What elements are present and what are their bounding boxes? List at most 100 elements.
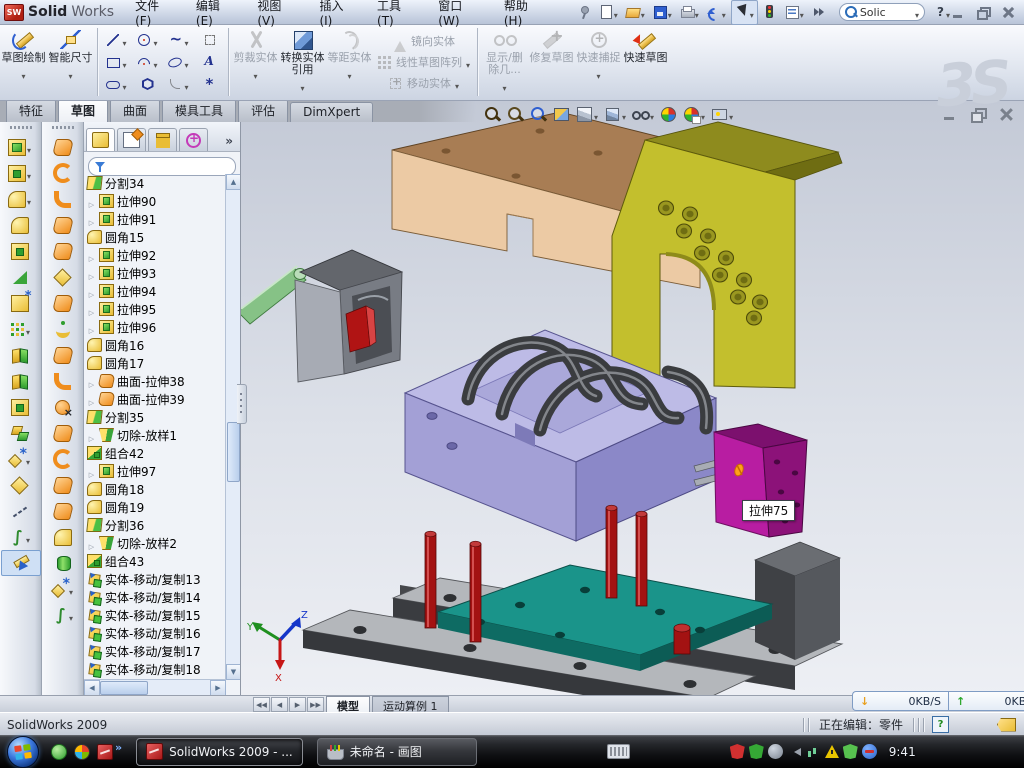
tab-first-button[interactable]: ◀◀ <box>253 697 270 712</box>
toolbar-icon-button[interactable] <box>1 212 39 238</box>
dropdown-caret-icon[interactable] <box>300 76 304 95</box>
tray-icon[interactable] <box>843 744 858 759</box>
toolbar-button[interactable]: 镜向实体 <box>388 31 459 52</box>
toolbar-icon-button[interactable] <box>1 160 39 186</box>
scroll-thumb[interactable] <box>227 422 240 482</box>
toolbar-icon-button[interactable] <box>1 420 39 446</box>
toolbar-icon-button[interactable] <box>1 238 39 264</box>
tree-item[interactable]: 拉伸94 <box>87 282 226 300</box>
dropdown-caret-icon[interactable] <box>26 528 30 547</box>
dropdown-caret-icon[interactable] <box>800 3 804 22</box>
toolbar-icon-button[interactable] <box>1 264 39 290</box>
expand-arrow-icon[interactable] <box>87 192 96 211</box>
dropdown-caret-icon[interactable] <box>597 64 601 83</box>
toolbar-icon-button[interactable] <box>44 316 82 342</box>
toolbar-icon-button[interactable] <box>44 264 82 290</box>
expand-arrow-icon[interactable] <box>87 282 96 301</box>
dropdown-caret-icon[interactable] <box>27 164 31 183</box>
quick-tips-icon[interactable] <box>932 716 949 733</box>
tree-item[interactable]: 组合42 <box>87 444 226 462</box>
quick-launch-icon[interactable] <box>74 744 90 760</box>
close-button[interactable] <box>1000 6 1016 19</box>
tree-item[interactable]: 圆角18 <box>87 480 226 498</box>
headsup-button[interactable] <box>484 106 501 123</box>
dropdown-caret-icon[interactable] <box>614 3 618 22</box>
sketch-entity-button[interactable] <box>163 31 194 50</box>
toolbar-icon-button[interactable] <box>44 290 82 316</box>
panel-splitter-handle[interactable] <box>237 384 247 424</box>
tree-item[interactable]: 实体-移动/复制14 <box>87 588 226 606</box>
title-tool-button[interactable] <box>809 3 829 21</box>
toolbar-icon-button[interactable] <box>44 238 82 264</box>
dropdown-caret-icon[interactable] <box>503 76 507 95</box>
sketch-entity-button[interactable] <box>194 33 225 47</box>
tray-icon[interactable] <box>730 744 745 759</box>
toolbar-button[interactable]: 剪裁实体 <box>232 25 279 99</box>
tree-item[interactable]: 拉伸96 <box>87 318 226 336</box>
expand-arrow-icon[interactable] <box>87 300 96 319</box>
tree-item[interactable]: 拉伸92 <box>87 246 226 264</box>
headsup-button[interactable] <box>632 105 654 124</box>
tree-item[interactable]: 拉伸93 <box>87 264 226 282</box>
toolbar-icon-button[interactable] <box>44 472 82 498</box>
expand-arrow-icon[interactable] <box>87 264 96 283</box>
panel-tab[interactable] <box>179 128 208 151</box>
dropdown-caret-icon[interactable] <box>122 53 126 72</box>
toolbar-button[interactable]: 修复草图 <box>528 25 575 99</box>
sketch-entity-button[interactable] <box>101 53 132 72</box>
sketch-entity-button[interactable] <box>132 77 163 91</box>
tree-item[interactable]: 拉伸95 <box>87 300 226 318</box>
ribbon-tab[interactable]: 评估 <box>238 99 288 122</box>
taskbar-clock[interactable]: 9:41 <box>889 745 916 759</box>
headsup-button[interactable] <box>604 105 626 124</box>
dropdown-caret-icon[interactable] <box>455 74 459 93</box>
panel-tab[interactable] <box>148 128 177 151</box>
tree-item[interactable]: 实体-移动/复制15 <box>87 606 226 624</box>
dropdown-caret-icon[interactable] <box>347 64 351 83</box>
toolbar-icon-button[interactable] <box>1 290 39 316</box>
headsup-button[interactable] <box>683 105 705 124</box>
dropdown-caret-icon[interactable] <box>153 53 157 72</box>
tray-icon[interactable] <box>749 744 764 759</box>
menu-item[interactable]: 编辑(E) <box>185 0 246 31</box>
ribbon-tab[interactable]: 模具工具 <box>162 99 236 122</box>
expand-arrow-icon[interactable] <box>87 318 96 337</box>
dropdown-caret-icon[interactable] <box>668 3 672 22</box>
tree-horizontal-scrollbar[interactable]: ◀ ▶ <box>84 679 226 695</box>
scroll-thumb[interactable] <box>100 681 148 695</box>
headsup-button[interactable] <box>553 106 570 123</box>
ribbon-tab[interactable]: 特征 <box>6 99 56 122</box>
dropdown-caret-icon[interactable] <box>27 138 31 157</box>
title-tool-button[interactable] <box>760 3 780 21</box>
dropdown-caret-icon[interactable] <box>184 75 188 94</box>
title-tool-button[interactable] <box>677 1 702 24</box>
headsup-button[interactable] <box>660 106 677 123</box>
title-tool-button[interactable] <box>650 1 675 24</box>
tree-item[interactable]: 实体-移动/复制13 <box>87 570 226 588</box>
tray-icon[interactable] <box>862 744 877 759</box>
dropdown-caret-icon[interactable] <box>701 105 705 124</box>
restore-button[interactable] <box>975 6 991 19</box>
filter-input[interactable] <box>88 157 236 176</box>
toolbar-icon-button[interactable] <box>44 602 82 628</box>
expand-arrow-icon[interactable] <box>87 246 96 265</box>
sketch-entity-button[interactable] <box>194 55 225 69</box>
toolbar-icon-button[interactable] <box>44 524 82 550</box>
title-tool-button[interactable] <box>596 1 621 24</box>
sketch-entity-button[interactable] <box>132 31 163 50</box>
dropdown-caret-icon[interactable] <box>153 31 157 50</box>
part-yellow-bracket[interactable] <box>612 122 842 388</box>
keyboard-layout-icon[interactable] <box>607 744 630 759</box>
toolbar-icon-button[interactable] <box>44 550 82 576</box>
quick-launch-overflow[interactable]: » <box>115 741 122 754</box>
search-input[interactable]: Solic <box>860 6 912 19</box>
tree-item[interactable]: 实体-移动/复制16 <box>87 624 226 642</box>
tree-item[interactable]: 分割36 <box>87 516 226 534</box>
dropdown-caret-icon[interactable] <box>466 53 470 72</box>
sketch-entity-button[interactable] <box>101 31 132 50</box>
dropdown-caret-icon[interactable] <box>253 64 257 83</box>
tray-icon[interactable] <box>787 744 802 759</box>
tree-item[interactable]: 圆角15 <box>87 228 226 246</box>
sketch-entity-button[interactable] <box>163 75 194 94</box>
dropdown-caret-icon[interactable] <box>622 105 626 124</box>
